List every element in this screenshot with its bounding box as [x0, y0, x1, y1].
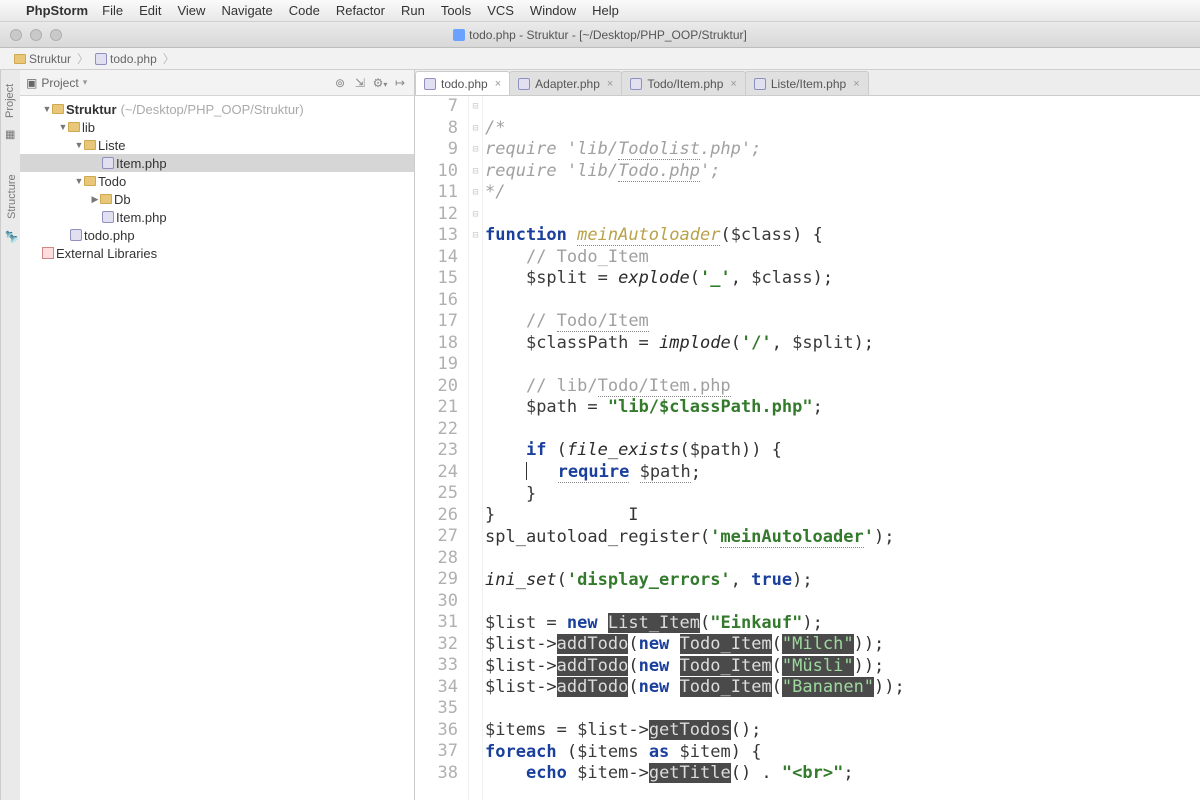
folder-icon	[84, 176, 96, 186]
gear-icon[interactable]: ⚙▾	[372, 76, 388, 90]
editor-tabs: todo.php × Adapter.php × Todo/Item.php ×…	[415, 70, 1200, 96]
tree-label: todo.php	[84, 228, 135, 243]
menu-window[interactable]: Window	[530, 3, 576, 18]
tree-db[interactable]: ▶ Db	[20, 190, 414, 208]
close-icon[interactable]: ×	[495, 78, 501, 90]
traffic-lights[interactable]	[10, 29, 62, 41]
php-file-icon	[102, 157, 114, 169]
tree-root[interactable]: ▼ Struktur (~/Desktop/PHP_OOP/Struktur)	[20, 100, 414, 118]
crumb-label: todo.php	[110, 52, 157, 66]
tree-external-libraries[interactable]: External Libraries	[20, 244, 414, 262]
php-file-icon	[95, 53, 107, 65]
tab-label: Liste/Item.php	[771, 77, 846, 91]
library-icon	[42, 247, 54, 259]
project-toolwindow-button[interactable]: ▦ Project	[1, 76, 20, 150]
zoom-window-icon[interactable]	[50, 29, 62, 41]
tree-liste-item[interactable]: Item.php	[20, 154, 414, 172]
tree-lib[interactable]: ▼ lib	[20, 118, 414, 136]
hide-panel-icon[interactable]: ↦	[392, 76, 408, 90]
tree-label: External Libraries	[56, 246, 157, 261]
crumb-struktur[interactable]: Struktur	[10, 52, 75, 66]
tree-label: Item.php	[116, 210, 167, 225]
tab-adapter[interactable]: Adapter.php ×	[509, 71, 622, 95]
folder-icon	[14, 54, 26, 64]
file-type-icon	[453, 29, 465, 41]
tree-hint: (~/Desktop/PHP_OOP/Struktur)	[121, 102, 304, 117]
close-icon[interactable]: ×	[853, 78, 859, 90]
close-window-icon[interactable]	[10, 29, 22, 41]
project-tree[interactable]: ▼ Struktur (~/Desktop/PHP_OOP/Struktur) …	[20, 96, 414, 266]
scroll-from-source-icon[interactable]: ⊚	[332, 76, 348, 90]
php-file-icon	[518, 78, 530, 90]
tree-label: Struktur	[66, 102, 117, 117]
code-editor[interactable]: 7891011121314151617181920212223242526272…	[415, 96, 1200, 800]
menu-code[interactable]: Code	[289, 3, 320, 18]
tab-todo[interactable]: todo.php ×	[415, 71, 510, 95]
menu-file[interactable]: File	[102, 3, 123, 18]
code-content[interactable]: /*require 'lib/Todolist.php';require 'li…	[483, 96, 1200, 800]
chevron-right-icon: 〉	[163, 50, 175, 67]
macos-menubar: PhpStorm File Edit View Navigate Code Re…	[0, 0, 1200, 22]
menu-tools[interactable]: Tools	[441, 3, 471, 18]
collapse-all-icon[interactable]: ⇲	[352, 76, 368, 90]
menu-refactor[interactable]: Refactor	[336, 3, 385, 18]
menu-edit[interactable]: Edit	[139, 3, 161, 18]
folder-icon	[68, 122, 80, 132]
folder-icon	[84, 140, 96, 150]
app-name[interactable]: PhpStorm	[26, 3, 88, 18]
titlebar: todo.php - Struktur - [~/Desktop/PHP_OOP…	[0, 22, 1200, 48]
project-panel-header: ▣ Project ▾ ⊚ ⇲ ⚙▾ ↦	[20, 70, 414, 96]
editor-area: todo.php × Adapter.php × Todo/Item.php ×…	[415, 70, 1200, 800]
minimize-window-icon[interactable]	[30, 29, 42, 41]
menu-view[interactable]: View	[177, 3, 205, 18]
tree-label: Todo	[98, 174, 126, 189]
chevron-down-icon[interactable]: ▾	[83, 77, 88, 88]
folder-icon	[100, 194, 112, 204]
line-number-gutter: 7891011121314151617181920212223242526272…	[415, 96, 469, 800]
php-file-icon	[754, 78, 766, 90]
tree-label: Item.php	[116, 156, 167, 171]
close-icon[interactable]: ×	[730, 78, 736, 90]
php-file-icon	[630, 78, 642, 90]
chevron-right-icon: 〉	[77, 50, 89, 67]
breadcrumb: Struktur 〉 todo.php 〉	[0, 48, 1200, 70]
tab-label: Adapter.php	[535, 77, 600, 91]
tab-todo-item[interactable]: Todo/Item.php ×	[621, 71, 746, 95]
tree-todo-item[interactable]: Item.php	[20, 208, 414, 226]
fold-gutter[interactable]: ⊟⊟⊟⊟⊟⊟⊟	[469, 96, 483, 800]
menu-run[interactable]: Run	[401, 3, 425, 18]
folder-icon	[52, 104, 64, 114]
php-file-icon	[424, 78, 436, 90]
tree-label: Liste	[98, 138, 125, 153]
window-title: todo.php - Struktur - [~/Desktop/PHP_OOP…	[469, 28, 747, 42]
tab-label: Todo/Item.php	[647, 77, 723, 91]
project-view-icon: ▣	[26, 76, 37, 90]
php-file-icon	[70, 229, 82, 241]
menu-vcs[interactable]: VCS	[487, 3, 514, 18]
tab-label: todo.php	[441, 77, 488, 91]
tree-liste[interactable]: ▼ Liste	[20, 136, 414, 154]
tree-todo[interactable]: ▼ Todo	[20, 172, 414, 190]
php-file-icon	[102, 211, 114, 223]
menu-help[interactable]: Help	[592, 3, 619, 18]
tree-label: Db	[114, 192, 131, 207]
crumb-label: Struktur	[29, 52, 71, 66]
tree-todophp[interactable]: todo.php	[20, 226, 414, 244]
tab-liste-item[interactable]: Liste/Item.php ×	[745, 71, 869, 95]
crumb-todo[interactable]: todo.php	[91, 52, 161, 66]
tree-label: lib	[82, 120, 95, 135]
close-icon[interactable]: ×	[607, 78, 613, 90]
structure-toolwindow-button[interactable]: 🔩 Structure	[1, 166, 20, 251]
project-panel: ▣ Project ▾ ⊚ ⇲ ⚙▾ ↦ ▼ Struktur (~/Deskt…	[20, 70, 415, 800]
menu-navigate[interactable]: Navigate	[221, 3, 272, 18]
tool-window-bar-left: 🔩 Structure ▦ Project	[0, 70, 20, 800]
project-view-label[interactable]: Project	[41, 76, 78, 90]
